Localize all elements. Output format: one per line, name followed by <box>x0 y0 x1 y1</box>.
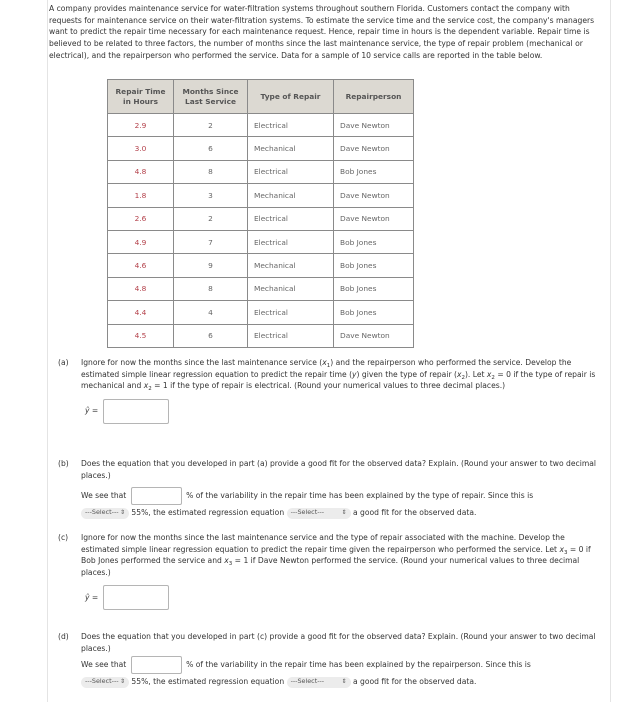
repairperson-cell: Dave Newton <box>333 323 414 348</box>
months-since-cell: 8 <box>173 159 248 185</box>
repairperson-cell: Dave Newton <box>333 183 414 208</box>
months-since-cell: 2 <box>173 206 248 231</box>
part-d-label: (d) <box>58 632 69 641</box>
type-of-repair-cell: Mechanical <box>247 276 334 302</box>
months-since-cell: 9 <box>173 253 248 278</box>
months-since-cell: 7 <box>173 229 248 255</box>
repair-time-cell: 4.8 <box>107 159 174 185</box>
part-a-question: Ignore for now the months since the last… <box>81 357 603 424</box>
type-of-repair-cell: Electrical <box>247 300 334 325</box>
part-c-question: Ignore for now the months since the last… <box>81 532 603 611</box>
part-c: (c) Ignore for now the months since the … <box>58 532 603 611</box>
table-row: 1.8 3 Mechanical Dave Newton <box>107 183 414 208</box>
repair-time-cell: 4.6 <box>107 253 174 278</box>
part-a-label: (a) <box>58 358 69 367</box>
part-d-fit-select[interactable]: ---Select--- ⇕ <box>286 676 351 688</box>
type-of-repair-cell: Electrical <box>247 229 334 255</box>
repair-time-cell: 4.8 <box>107 276 174 302</box>
select-chevron-icon: ⇕ <box>341 509 347 517</box>
part-d: (d) Does the equation that you developed… <box>58 631 603 688</box>
table-row: 4.4 4 Electrical Bob Jones <box>107 300 414 325</box>
select-chevron-icon: ⇕ <box>341 678 347 686</box>
part-b-fit-select[interactable]: ---Select--- ⇕ <box>286 507 351 519</box>
table-row: 2.6 2 Electrical Dave Newton <box>107 206 414 231</box>
type-of-repair-cell: Electrical <box>247 112 334 138</box>
type-of-repair-cell: Electrical <box>247 206 334 231</box>
table-row: 4.5 6 Electrical Dave Newton <box>107 323 414 348</box>
part-d-question: Does the equation that you developed in … <box>81 632 596 653</box>
repair-time-cell: 2.6 <box>107 206 174 231</box>
months-since-cell: 8 <box>173 276 248 302</box>
repair-time-cell: 3.0 <box>107 136 174 161</box>
problem-intro: A company provides maintenance service f… <box>49 4 595 60</box>
repair-time-cell: 4.5 <box>107 323 174 348</box>
table-row: 3.0 6 Mechanical Dave Newton <box>107 136 414 161</box>
table-row: 4.8 8 Mechanical Bob Jones <box>107 276 414 302</box>
part-d-comparison-select[interactable]: ---Select--- ⇕ <box>81 676 129 688</box>
type-of-repair-cell: Mechanical <box>247 136 334 161</box>
header-repairperson: Repairperson <box>333 79 414 114</box>
months-since-cell: 2 <box>173 112 248 138</box>
months-since-cell: 6 <box>173 323 248 348</box>
y-hat-label: ŷ = <box>85 406 99 416</box>
part-a-equation-input[interactable] <box>103 398 170 424</box>
part-c-label: (c) <box>58 533 69 542</box>
part-b: (b) Does the equation that you developed… <box>58 458 603 519</box>
repair-time-cell: 2.9 <box>107 112 174 138</box>
part-c-equation-input[interactable] <box>103 585 170 611</box>
part-d-percent-input[interactable] <box>130 656 182 675</box>
part-b-question: Does the equation that you developed in … <box>81 459 596 480</box>
part-a: (a) Ignore for now the months since the … <box>58 357 603 424</box>
select-chevron-icon: ⇕ <box>119 509 125 517</box>
repairperson-cell: Bob Jones <box>333 159 414 185</box>
select-chevron-icon: ⇕ <box>119 678 125 686</box>
type-of-repair-cell: Mechanical <box>247 183 334 208</box>
months-since-cell: 3 <box>173 183 248 208</box>
header-months-since: Months Since Last Service <box>173 79 248 114</box>
repairperson-cell: Dave Newton <box>333 206 414 231</box>
part-b-label: (b) <box>58 459 69 468</box>
repair-time-cell: 1.8 <box>107 183 174 208</box>
months-since-cell: 4 <box>173 300 248 325</box>
repairperson-cell: Dave Newton <box>333 112 414 138</box>
table-row: 4.9 7 Electrical Bob Jones <box>107 229 414 255</box>
months-since-cell: 6 <box>173 136 248 161</box>
repairperson-cell: Bob Jones <box>333 253 414 278</box>
table-row: 4.6 9 Mechanical Bob Jones <box>107 253 414 278</box>
type-of-repair-cell: Electrical <box>247 323 334 348</box>
type-of-repair-cell: Mechanical <box>247 253 334 278</box>
repairperson-cell: Bob Jones <box>333 229 414 255</box>
table-row: 4.8 8 Electrical Bob Jones <box>107 159 414 185</box>
header-type-of-repair: Type of Repair <box>247 79 334 114</box>
repairperson-cell: Dave Newton <box>333 136 414 161</box>
repair-time-cell: 4.9 <box>107 229 174 255</box>
type-of-repair-cell: Electrical <box>247 159 334 185</box>
part-b-percent-input[interactable] <box>130 487 182 506</box>
table-header-row: Repair Time in Hours Months Since Last Ser… <box>107 79 414 114</box>
y-hat-label: ŷ = <box>85 593 99 603</box>
header-repair-time: Repair Time in Hours <box>107 79 174 114</box>
table-row: 2.9 2 Electrical Dave Newton <box>107 112 414 138</box>
repairperson-cell: Bob Jones <box>333 300 414 325</box>
repair-time-cell: 4.4 <box>107 300 174 325</box>
repairperson-cell: Bob Jones <box>333 276 414 302</box>
service-calls-table: Repair Time in Hours Months Since Last Ser… <box>107 79 414 348</box>
part-b-comparison-select[interactable]: ---Select--- ⇕ <box>81 507 129 519</box>
